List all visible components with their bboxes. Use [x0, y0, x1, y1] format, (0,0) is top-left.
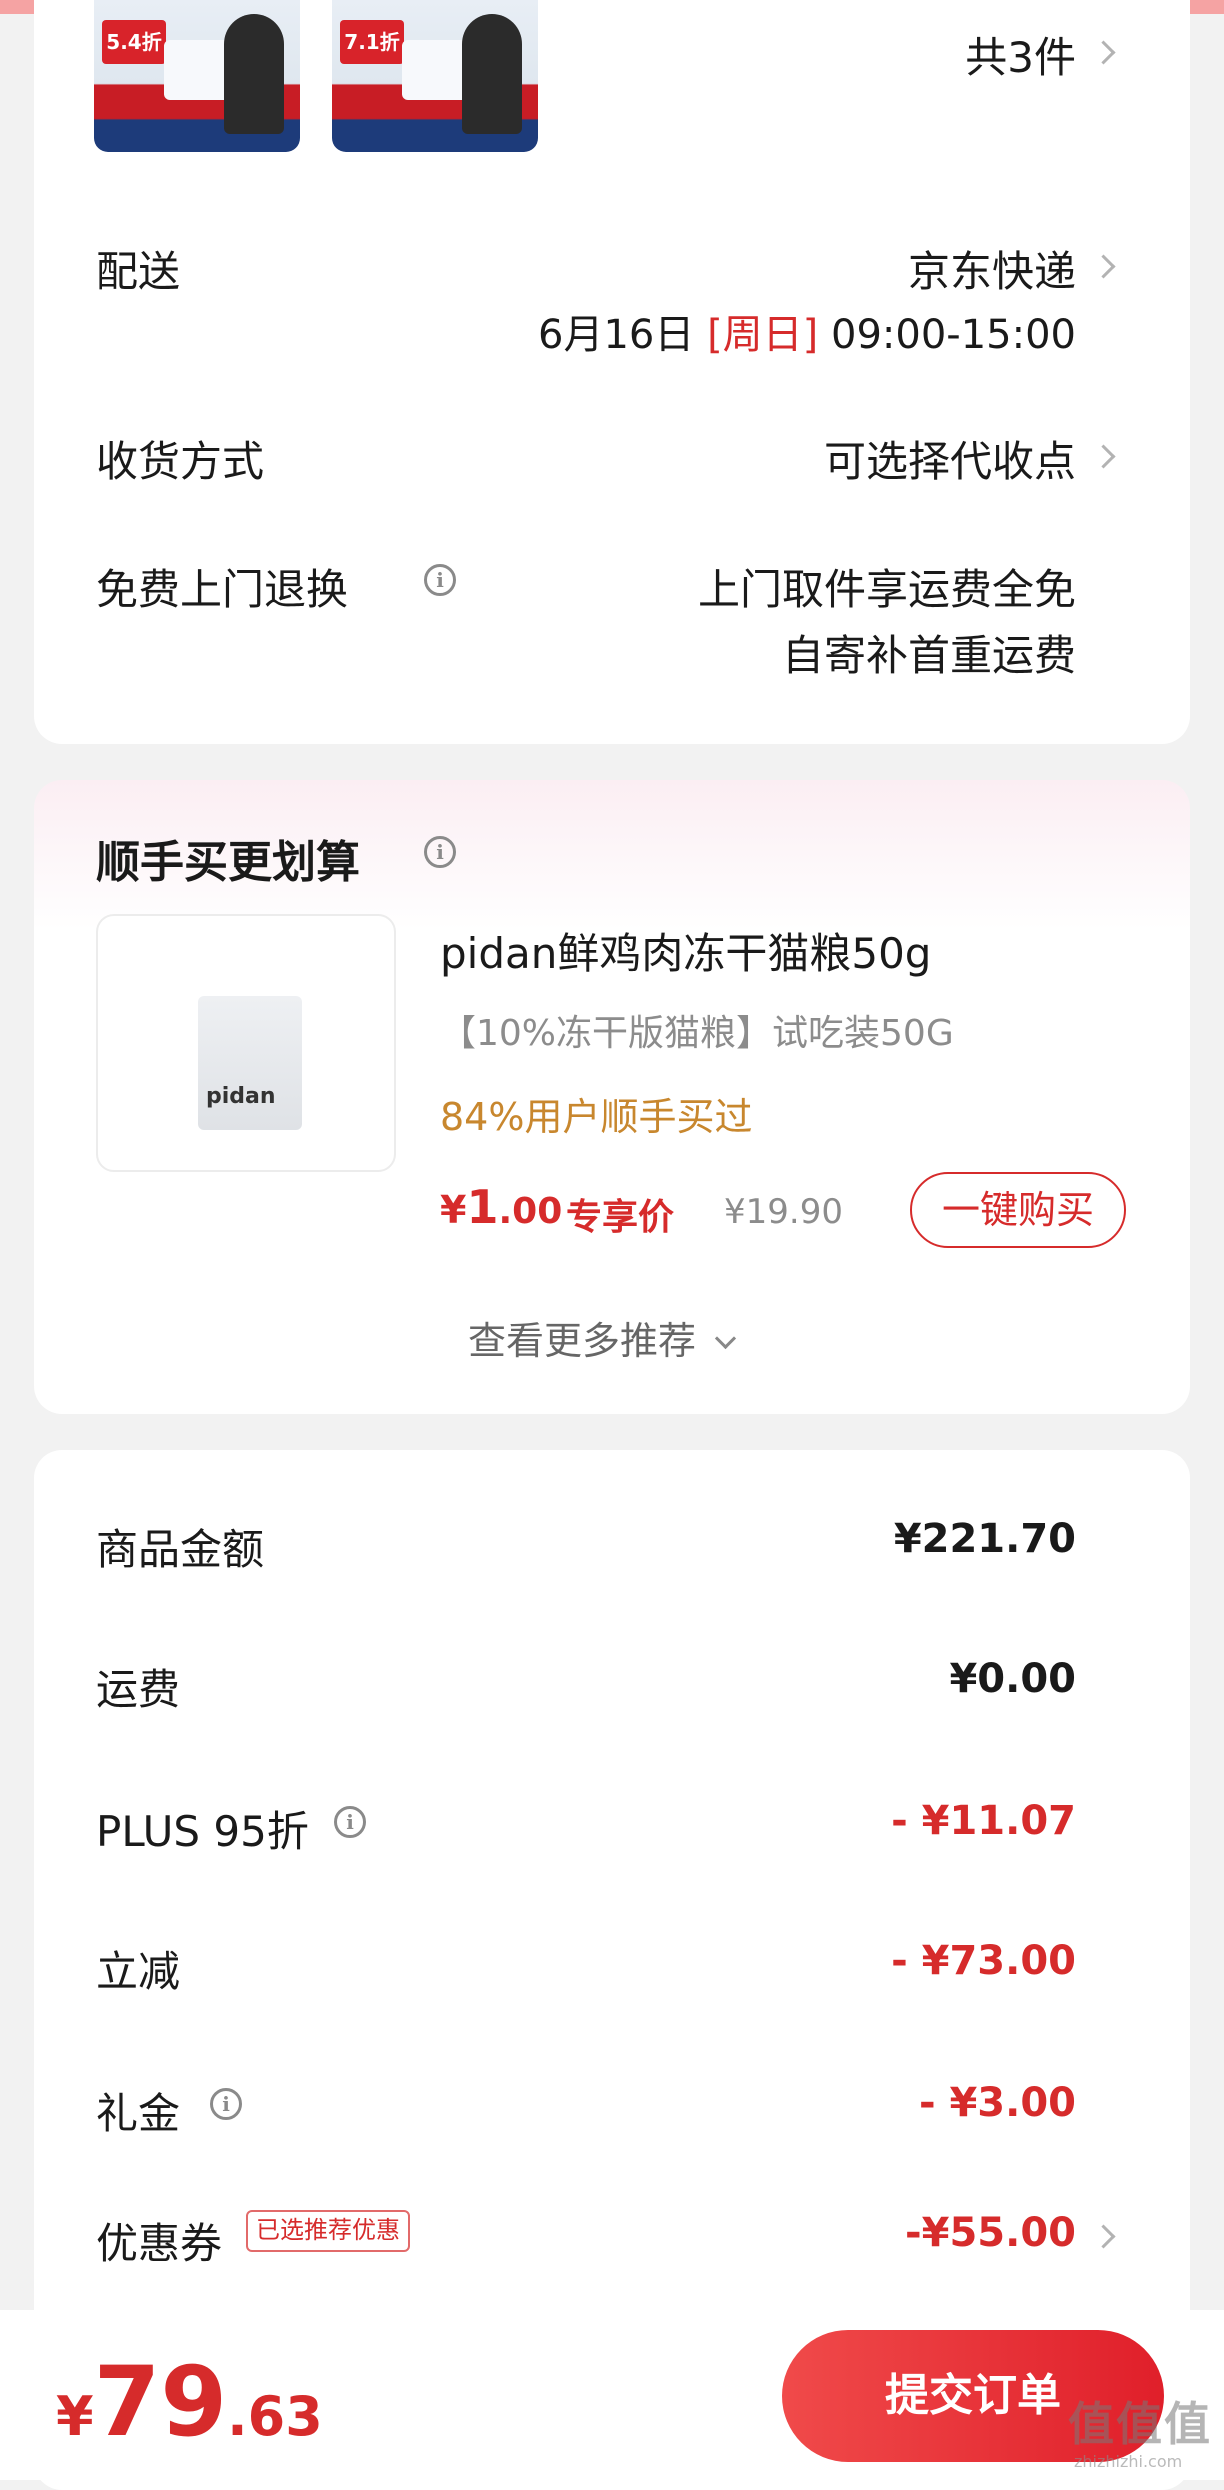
watermark-domain: zhizhizhi.com — [1074, 2452, 1183, 2471]
product-thumbnail[interactable]: 5.4折 — [94, 0, 300, 152]
product-image[interactable]: pidan — [96, 914, 396, 1172]
price-symbol: ¥ — [440, 1188, 467, 1232]
product-thumbnail[interactable]: 7.1折 — [332, 0, 538, 152]
delivery-date: 6月16日 — [538, 312, 695, 358]
info-icon[interactable]: i — [424, 836, 456, 868]
delivery-weekday: [周日] — [707, 312, 819, 358]
shipping-method[interactable]: 京东快递 — [908, 238, 1076, 299]
more-recommend-link[interactable]: 查看更多推荐 — [468, 1310, 737, 1365]
price-integer: 1 — [466, 1180, 499, 1234]
coupon-recommended-badge: 已选推荐优惠 — [246, 2210, 410, 2252]
shipping-label: 配送 — [96, 247, 181, 296]
receive-method-value[interactable]: 可选择代收点 — [824, 428, 1076, 489]
total-price: ¥79.63 — [56, 2346, 323, 2458]
exclusive-price-tag: 专享价 — [566, 1197, 675, 1238]
gift-money-value: - ¥3.00 — [918, 2080, 1076, 2126]
watermark-logo: 值值值 — [1068, 2397, 1212, 2451]
goods-amount-value: ¥221.70 — [893, 1516, 1076, 1562]
total-decimal: .63 — [227, 2385, 323, 2448]
product-bag-image — [198, 996, 302, 1130]
chevron-right-icon[interactable] — [1091, 254, 1116, 279]
free-return-line2: 自寄补首重运费 — [781, 631, 1076, 680]
plus-discount-label: PLUS 95折 — [96, 1807, 309, 1856]
coupon-value[interactable]: -¥55.00 — [905, 2210, 1076, 2256]
delivery-window: 09:00-15:00 — [831, 312, 1076, 358]
plus-discount-value: - ¥11.07 — [891, 1798, 1076, 1844]
chevron-right-icon[interactable] — [1091, 40, 1116, 65]
instant-discount-label: 立减 — [96, 1947, 181, 1996]
discount-badge: 7.1折 — [340, 20, 404, 64]
item-count[interactable]: 共3件 — [965, 24, 1076, 85]
chevron-down-icon — [715, 1327, 737, 1350]
shipping-fee-value: ¥0.00 — [949, 1656, 1076, 1702]
model-image — [462, 14, 522, 134]
instant-discount-value: - ¥73.00 — [891, 1938, 1076, 1984]
discount-badge: 5.4折 — [102, 20, 166, 64]
delivery-time[interactable]: 6月16日 [周日] 09:00-15:00 — [538, 302, 1076, 360]
chevron-right-icon[interactable] — [1091, 2224, 1116, 2249]
coupon-label: 优惠券 — [96, 2219, 223, 2268]
product-title[interactable]: pidan鲜鸡肉冻干猫粮50g — [440, 920, 931, 981]
recommend-title: 顺手买更划算 — [96, 837, 360, 888]
more-recommend-label: 查看更多推荐 — [468, 1319, 697, 1363]
product-subtitle: 【10%冻干版猫粮】试吃装50G — [440, 1013, 954, 1054]
one-click-buy-button[interactable]: 一键购买 — [910, 1172, 1126, 1248]
info-icon[interactable]: i — [424, 564, 456, 596]
popularity-text: 84%用户顺手买过 — [440, 1095, 753, 1139]
goods-amount-label: 商品金额 — [96, 1525, 265, 1574]
checkout-bar: ¥79.63 提交订单 — [0, 2310, 1224, 2480]
chevron-right-icon[interactable] — [1091, 444, 1116, 469]
original-price: ¥19.90 — [724, 1192, 843, 1232]
info-icon[interactable]: i — [210, 2088, 242, 2120]
total-integer: 79 — [93, 2346, 228, 2458]
shipping-fee-label: 运费 — [96, 1665, 181, 1714]
free-return-label: 免费上门退换 — [96, 565, 349, 614]
recommend-card: 顺手买更划算 i pidan pidan鲜鸡肉冻干猫粮50g 【10%冻干版猫粮… — [34, 780, 1190, 1414]
total-currency: ¥ — [56, 2385, 94, 2448]
gift-money-label: 礼金 — [96, 2089, 181, 2138]
price-decimal: .00 — [498, 1191, 563, 1232]
free-return-line1: 上门取件享运费全免 — [697, 565, 1076, 614]
model-image — [224, 14, 284, 134]
product-brand-mark: pidan — [206, 1084, 276, 1109]
exclusive-price: ¥1.00 — [440, 1180, 562, 1234]
info-icon[interactable]: i — [334, 1806, 366, 1838]
delivery-card: 5.4折 7.1折 共3件 配送 京东快递 6月16日 [周日] 09:00-1… — [34, 0, 1190, 744]
receive-method-label: 收货方式 — [96, 437, 265, 486]
